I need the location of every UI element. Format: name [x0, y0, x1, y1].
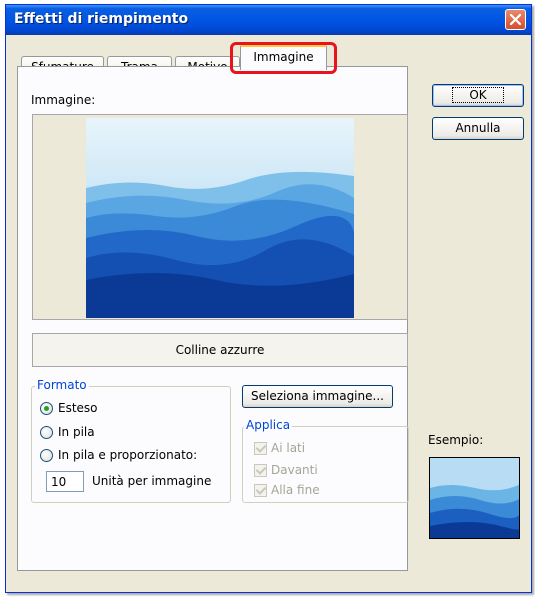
radio-esteso-label: Esteso [58, 401, 98, 415]
radio-in-pila-label: In pila [58, 425, 95, 439]
apply-group-legend: Applica [244, 418, 293, 432]
dialog-title: Effetti di riempimento [14, 11, 189, 27]
check-alla-fine-label: Alla fine [271, 483, 320, 497]
title-bar[interactable]: Effetti di riempimento [6, 5, 531, 35]
check-ai-lati-label: Ai lati [271, 441, 306, 455]
check-davanti-label: Davanti [271, 463, 318, 477]
checkbox-box [254, 464, 267, 477]
radio-in-pila-proporzionato-label: In pila e proporzionato: [58, 448, 198, 462]
cancel-button[interactable]: Annulla [432, 117, 524, 140]
format-group-legend: Formato [35, 378, 89, 392]
select-image-button[interactable]: Seleziona immagine... [242, 385, 393, 408]
radio-circle[interactable] [40, 402, 53, 415]
image-name-box: Colline azzurre [32, 333, 408, 367]
sample-hills-image [430, 458, 519, 538]
sample-label: Esempio: [428, 433, 484, 447]
image-label: Immagine: [31, 93, 96, 107]
highlight-box [230, 42, 337, 74]
apply-group [242, 426, 409, 503]
image-preview [32, 114, 408, 320]
radio-circle[interactable] [40, 449, 53, 462]
units-per-image-label: Unità per immagine [92, 474, 212, 488]
close-icon [509, 13, 522, 26]
checkbox-box [254, 484, 267, 497]
units-per-image-input[interactable] [46, 471, 84, 492]
close-button[interactable] [505, 9, 526, 30]
blue-hills-image [86, 118, 354, 318]
radio-circle[interactable] [40, 426, 53, 439]
checkbox-box [254, 442, 267, 455]
ok-button[interactable]: OK [432, 84, 524, 107]
sample-preview [429, 457, 520, 539]
ok-button-label: OK [452, 87, 504, 103]
